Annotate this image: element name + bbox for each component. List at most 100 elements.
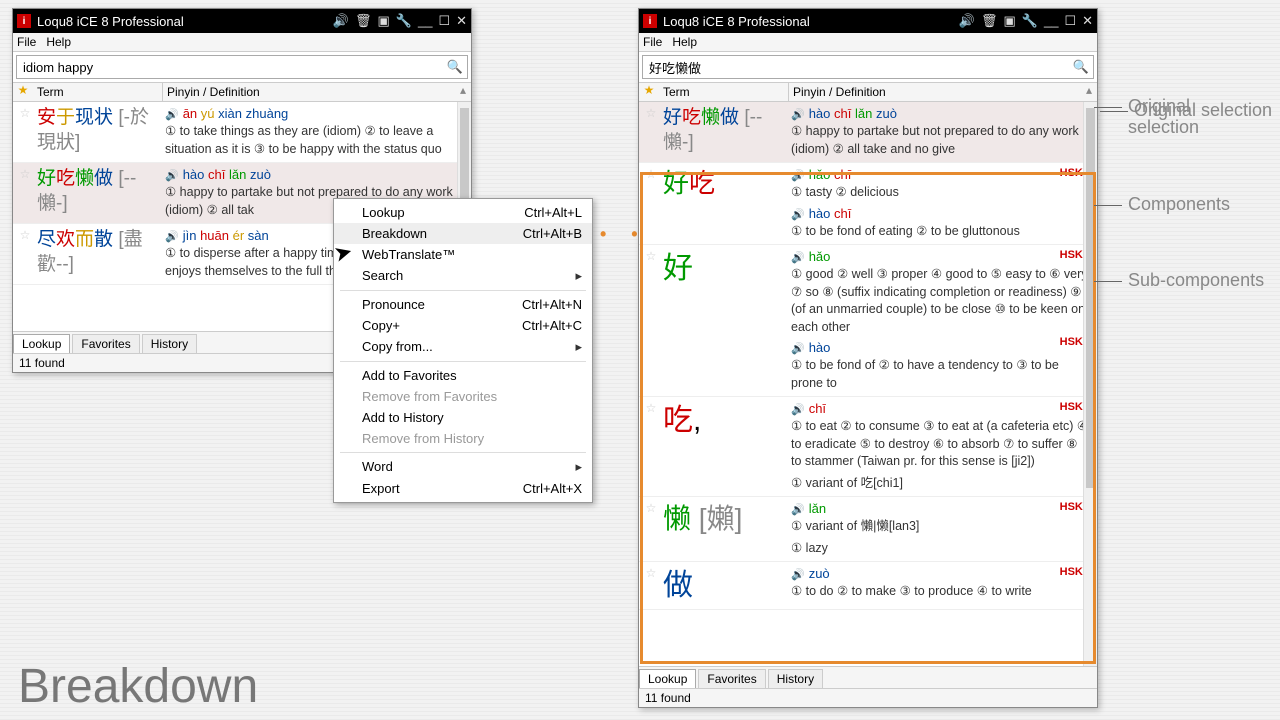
tab-lookup[interactable]: Lookup	[13, 334, 70, 353]
pinyin: hǎo chī	[809, 167, 852, 182]
close-icon[interactable]: ✕	[456, 13, 467, 29]
star-header-icon[interactable]: ★	[13, 83, 33, 101]
search-icon[interactable]: 🔍	[1069, 56, 1093, 78]
menu-export[interactable]: ExportCtrl+Alt+X	[334, 478, 592, 499]
speaker-icon[interactable]: 🔊	[791, 504, 805, 516]
titlebar: i Loqu8 iCE 8 Professional 🔊 🗑 ▣ 🔧 __ ☐ …	[639, 9, 1097, 33]
result-entry[interactable]: ☆ 懒 [嬾] HSK4🔊lǎn① variant of 懶|懒[lan3] ①…	[639, 497, 1097, 562]
star-icon[interactable]: ☆	[641, 501, 661, 557]
definition: ① lazy	[791, 540, 1089, 558]
term: 好吃	[661, 167, 791, 240]
definition: ① to be fond of ② to have a tendency to …	[791, 357, 1089, 392]
menu-addhist[interactable]: Add to History	[334, 407, 592, 428]
camera-icon[interactable]: ▣	[377, 13, 389, 29]
menu-word[interactable]: Word▸	[334, 456, 592, 478]
term: 好	[661, 249, 791, 392]
tab-history[interactable]: History	[768, 669, 823, 688]
star-icon[interactable]: ☆	[641, 106, 661, 158]
result-entry[interactable]: ☆ 好吃懒做 [--懶-] 🔊hào chī lǎn zuò① happy to…	[639, 102, 1097, 163]
star-icon[interactable]: ☆	[15, 167, 35, 219]
speaker-icon[interactable]: 🔊	[791, 569, 805, 581]
result-entry[interactable]: ☆ 安于现状 [-於現狀] 🔊ān yú xiàn zhuàng① to tak…	[13, 102, 471, 163]
speaker-icon[interactable]: 🔊	[791, 343, 805, 355]
maximize-icon[interactable]: ☐	[1064, 13, 1076, 29]
scrollbar[interactable]	[1083, 102, 1097, 666]
menubar: File Help	[13, 33, 471, 52]
app-icon: i	[643, 14, 657, 28]
speaker-icon[interactable]: 🔊	[165, 170, 179, 182]
definition: ① to eat ② to consume ③ to eat at (a caf…	[791, 418, 1089, 471]
definition: ① to do ② to make ③ to produce ④ to writ…	[791, 583, 1089, 601]
speaker-icon[interactable]: 🔊	[791, 252, 805, 264]
result-entry[interactable]: ☆ 做 HSK1🔊zuò① to do ② to make ③ to produ…	[639, 562, 1097, 610]
pinyin: hào	[809, 340, 831, 355]
star-header-icon[interactable]: ★	[639, 83, 659, 101]
star-icon[interactable]: ☆	[641, 401, 661, 492]
result-entry[interactable]: ☆ 好吃 HSK2🔊hǎo chī① tasty ② delicious 🔊hà…	[639, 163, 1097, 245]
tab-history[interactable]: History	[142, 334, 197, 353]
menu-remhist: Remove from History	[334, 428, 592, 449]
menubar: File Help	[639, 33, 1097, 52]
speaker-icon[interactable]: 🔊	[165, 231, 179, 243]
menu-search[interactable]: Search▸	[334, 265, 592, 287]
col-term[interactable]: Term	[33, 83, 163, 101]
label-original-selection: Originalselection	[1094, 96, 1199, 138]
term: 吃,	[661, 401, 791, 492]
search-input[interactable]	[643, 56, 1069, 78]
term: 好吃懒做 [--懶-]	[661, 106, 791, 158]
menu-breakdown[interactable]: BreakdownCtrl+Alt+B	[334, 223, 592, 244]
window-title: Loqu8 iCE 8 Professional	[37, 14, 333, 29]
scroll-up-icon[interactable]: ▴	[455, 83, 471, 101]
star-icon[interactable]: ☆	[15, 106, 35, 158]
speaker-icon[interactable]: 🔊	[959, 13, 975, 29]
menu-file[interactable]: File	[17, 35, 36, 49]
wrench-icon[interactable]: 🔧	[1022, 13, 1038, 29]
speaker-icon[interactable]: 🔊	[791, 109, 805, 121]
result-entry[interactable]: ☆ 好 HSK1🔊hǎo① good ② well ③ proper ④ goo…	[639, 245, 1097, 397]
speaker-icon[interactable]: 🔊	[165, 109, 179, 121]
menu-webtranslate[interactable]: WebTranslate™	[334, 244, 592, 265]
menu-help[interactable]: Help	[672, 35, 697, 49]
speaker-icon[interactable]: 🔊	[791, 170, 805, 182]
star-icon[interactable]: ☆	[641, 167, 661, 240]
tab-favorites[interactable]: Favorites	[698, 669, 765, 688]
page-title: Breakdown	[18, 659, 258, 714]
speaker-icon[interactable]: 🔊	[791, 404, 805, 416]
search-input[interactable]	[17, 56, 443, 78]
maximize-icon[interactable]: ☐	[438, 13, 450, 29]
wrench-icon[interactable]: 🔧	[396, 13, 412, 29]
speaker-icon[interactable]: 🔊	[333, 13, 349, 29]
star-icon[interactable]: ☆	[641, 249, 661, 392]
result-entry[interactable]: ☆ 吃, HSK1🔊chī① to eat ② to consume ③ to …	[639, 397, 1097, 497]
column-header: ★ Term Pinyin / Definition ▴	[13, 82, 471, 102]
minimize-icon[interactable]: __	[418, 13, 432, 29]
minimize-icon[interactable]: __	[1044, 13, 1058, 29]
tab-lookup[interactable]: Lookup	[639, 669, 696, 688]
col-def[interactable]: Pinyin / Definition	[789, 83, 1081, 101]
menu-addfav[interactable]: Add to Favorites	[334, 365, 592, 386]
menu-pronounce[interactable]: PronounceCtrl+Alt+N	[334, 294, 592, 315]
star-icon[interactable]: ☆	[15, 228, 35, 280]
search-icon[interactable]: 🔍	[443, 56, 467, 78]
menu-lookup[interactable]: LookupCtrl+Alt+L	[334, 202, 592, 223]
menu-copyplus[interactable]: Copy+Ctrl+Alt+C	[334, 315, 592, 336]
right-window: i Loqu8 iCE 8 Professional 🔊 🗑 ▣ 🔧 __ ☐ …	[638, 8, 1098, 708]
menu-file[interactable]: File	[643, 35, 662, 49]
pinyin: hào chī lǎn zuò	[183, 167, 271, 182]
definition: ① to be fond of eating ② to be gluttonou…	[791, 223, 1089, 241]
context-menu: LookupCtrl+Alt+L BreakdownCtrl+Alt+B Web…	[333, 198, 593, 503]
menu-help[interactable]: Help	[46, 35, 71, 49]
status-bar: 11 found	[639, 688, 1097, 707]
col-term[interactable]: Term	[659, 83, 789, 101]
speaker-icon[interactable]: 🔊	[791, 209, 805, 221]
definition: ① variant of 懶|懒[lan3]	[791, 518, 1089, 536]
close-icon[interactable]: ✕	[1082, 13, 1093, 29]
tab-favorites[interactable]: Favorites	[72, 334, 139, 353]
trash-icon[interactable]: 🗑	[981, 13, 998, 29]
trash-icon[interactable]: 🗑	[355, 13, 372, 29]
search-bar: 🔍	[642, 55, 1094, 79]
col-def[interactable]: Pinyin / Definition	[163, 83, 455, 101]
camera-icon[interactable]: ▣	[1003, 13, 1015, 29]
star-icon[interactable]: ☆	[641, 566, 661, 605]
menu-copyfrom[interactable]: Copy from...▸	[334, 336, 592, 358]
